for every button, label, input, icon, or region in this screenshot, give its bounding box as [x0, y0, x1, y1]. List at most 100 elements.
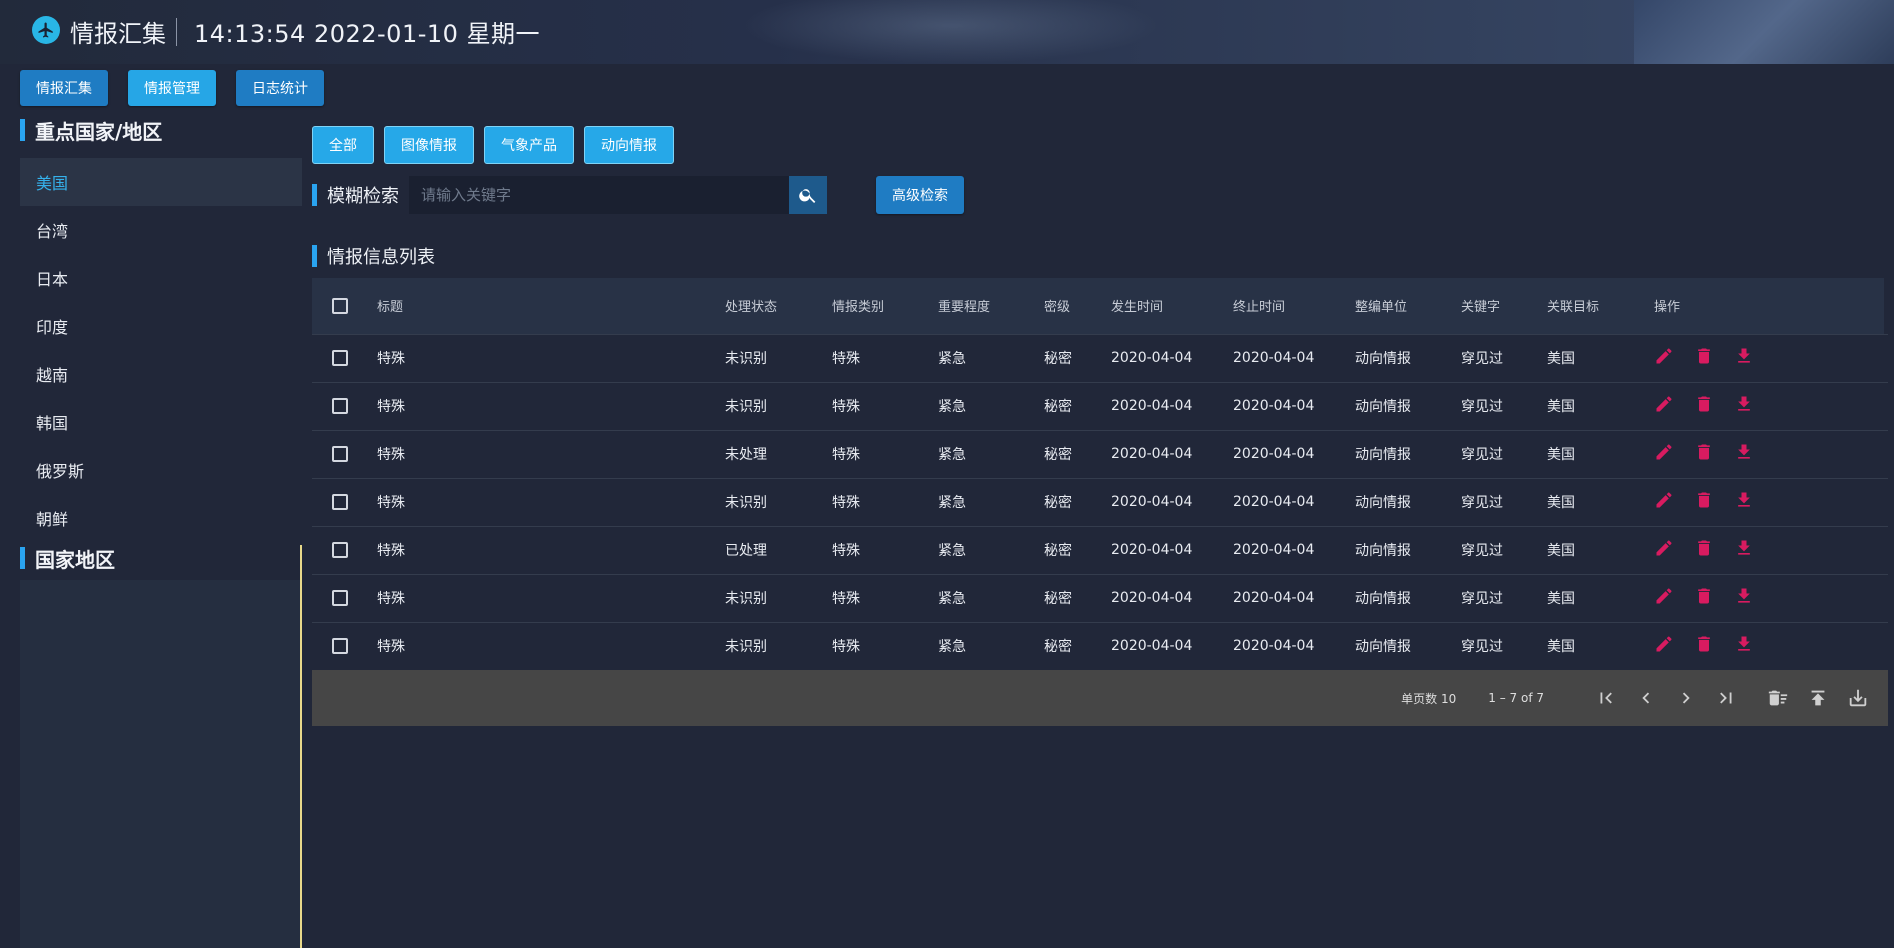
column-header: 操作	[1654, 300, 1681, 316]
download-button[interactable]	[1734, 490, 1774, 510]
edit-button[interactable]	[1654, 394, 1694, 414]
heading-marker	[20, 119, 25, 141]
delete-button[interactable]	[1694, 394, 1734, 414]
advanced-search-button[interactable]: 高级检索	[876, 176, 964, 214]
download-button[interactable]	[1734, 346, 1774, 366]
sidebar-item-usa[interactable]: 美国	[20, 158, 302, 206]
column-header[interactable]: 重要程度	[937, 278, 1043, 334]
nav-intel-collect-button[interactable]: 情报汇集	[20, 70, 108, 106]
column-header[interactable]: 发生时间	[1110, 278, 1232, 334]
sidebar-item-japan[interactable]: 日本	[20, 254, 302, 302]
sidebar-resize-handle[interactable]	[300, 545, 302, 948]
prev-page-button[interactable]	[1626, 678, 1666, 718]
edit-button[interactable]	[1654, 586, 1694, 606]
sidebar-item-india[interactable]: 印度	[20, 302, 302, 350]
cell-end-time: 2020-04-04	[1233, 398, 1315, 414]
download-icon	[1738, 636, 1750, 651]
edit-button[interactable]	[1654, 634, 1694, 654]
edit-button[interactable]	[1654, 346, 1694, 366]
row-checkbox[interactable]	[332, 398, 348, 414]
download-button[interactable]	[1734, 442, 1774, 462]
row-checkbox[interactable]	[332, 350, 348, 366]
download-icon	[1738, 588, 1750, 603]
delete-button[interactable]	[1694, 634, 1734, 654]
cell-status: 未识别	[725, 639, 767, 656]
search-input[interactable]	[409, 176, 789, 214]
cell-classification: 秘密	[1044, 543, 1072, 559]
cell-classification: 秘密	[1044, 447, 1072, 463]
row-checkbox[interactable]	[332, 590, 348, 606]
table-row[interactable]: 特殊 未识别 特殊 紧急 秘密 2020-04-04 2020-04-04 动向情报 穿见过 美国	[312, 574, 1888, 622]
header-background-art	[740, 0, 1160, 64]
export-icon	[1849, 689, 1867, 707]
search-row: 模糊检索	[312, 176, 827, 214]
column-header[interactable]: 关键字	[1460, 278, 1546, 334]
sidebar-item-taiwan[interactable]: 台湾	[20, 206, 302, 254]
cell-keyword: 穿见过	[1461, 495, 1503, 511]
cell-target: 美国	[1547, 543, 1575, 559]
download-button[interactable]	[1734, 586, 1774, 606]
table-row[interactable]: 特殊 未识别 特殊 紧急 秘密 2020-04-04 2020-04-04 动向情报 穿见过 美国	[312, 622, 1888, 670]
nav-intel-manage-button[interactable]: 情报管理	[128, 70, 216, 106]
download-button[interactable]	[1734, 394, 1774, 414]
first-page-button[interactable]	[1586, 678, 1626, 718]
download-button[interactable]	[1734, 538, 1774, 558]
cell-status: 未识别	[725, 591, 767, 607]
edit-button[interactable]	[1654, 442, 1694, 462]
row-checkbox[interactable]	[332, 542, 348, 558]
cell-start-time: 2020-04-04	[1111, 446, 1193, 462]
filter-all-button[interactable]: 全部	[312, 126, 374, 164]
delete-button[interactable]	[1694, 490, 1734, 510]
column-header[interactable]: 终止时间	[1232, 278, 1354, 334]
nav-log-stats-button[interactable]: 日志统计	[236, 70, 324, 106]
column-header[interactable]: 关联目标	[1546, 278, 1653, 334]
sidebar-item-vietnam[interactable]: 越南	[20, 350, 302, 398]
cell-start-time: 2020-04-04	[1111, 638, 1193, 655]
row-checkbox[interactable]	[332, 638, 348, 655]
rows-per-page[interactable]: 单页数 10	[1401, 690, 1456, 707]
sidebar-item-russia[interactable]: 俄罗斯	[20, 446, 302, 494]
column-header[interactable]: 密级	[1043, 278, 1110, 334]
sidebar-region-list: 美国 台湾 日本 印度 越南 韩国 俄罗斯 朝鲜	[20, 158, 302, 542]
next-page-button[interactable]	[1666, 678, 1706, 718]
column-header[interactable]: 标题	[376, 278, 724, 334]
cell-end-time: 2020-04-04	[1233, 638, 1315, 655]
table-row[interactable]: 特殊 未识别 特殊 紧急 秘密 2020-04-04 2020-04-04 动向情报 穿见过 美国	[312, 478, 1888, 526]
cell-status: 未识别	[725, 351, 767, 367]
download-button[interactable]	[1734, 634, 1774, 654]
filter-movement-intel-button[interactable]: 动向情报	[584, 126, 674, 164]
table-row[interactable]: 特殊 未处理 特殊 紧急 秘密 2020-04-04 2020-04-04 动向情报 穿见过 美国	[312, 430, 1888, 478]
download-icon	[1738, 540, 1750, 555]
delete-button[interactable]	[1694, 538, 1734, 558]
column-header[interactable]: 整编单位	[1354, 278, 1460, 334]
cell-keyword: 穿见过	[1461, 639, 1503, 656]
delete-button[interactable]	[1694, 346, 1734, 366]
delete-button[interactable]	[1694, 586, 1734, 606]
table-row[interactable]: 特殊 已处理 特殊 紧急 秘密 2020-04-04 2020-04-04 动向情报 穿见过 美国	[312, 526, 1888, 574]
row-checkbox[interactable]	[332, 494, 348, 510]
row-checkbox[interactable]	[332, 446, 348, 462]
column-header[interactable]: 处理状态	[724, 278, 831, 334]
clear-all-button[interactable]	[1758, 678, 1798, 718]
sidebar-item-north-korea[interactable]: 朝鲜	[20, 494, 302, 542]
app-title: 情报汇集	[70, 20, 166, 48]
filter-image-intel-button[interactable]: 图像情报	[384, 126, 474, 164]
export-button[interactable]	[1838, 678, 1878, 718]
clock-date: 2022-01-10	[313, 20, 459, 48]
last-page-button[interactable]	[1706, 678, 1746, 718]
edit-button[interactable]	[1654, 490, 1694, 510]
search-button[interactable]	[789, 176, 827, 214]
edit-button[interactable]	[1654, 538, 1694, 558]
table-row[interactable]: 特殊 未识别 特殊 紧急 秘密 2020-04-04 2020-04-04 动向情报 穿见过 美国	[312, 382, 1888, 430]
clear-all-icon	[1768, 690, 1788, 706]
column-header[interactable]: 情报类别	[831, 278, 937, 334]
upload-button[interactable]	[1798, 678, 1838, 718]
table-row[interactable]: 特殊 未识别 特殊 紧急 秘密 2020-04-04 2020-04-04 动向情报 穿见过 美国	[312, 334, 1888, 382]
section-marker	[312, 184, 317, 206]
cell-title: 特殊	[377, 543, 405, 559]
filter-weather-button[interactable]: 气象产品	[484, 126, 574, 164]
select-all-checkbox[interactable]	[332, 297, 348, 314]
country-tree-panel	[20, 580, 302, 948]
delete-button[interactable]	[1694, 442, 1734, 462]
sidebar-item-korea[interactable]: 韩国	[20, 398, 302, 446]
